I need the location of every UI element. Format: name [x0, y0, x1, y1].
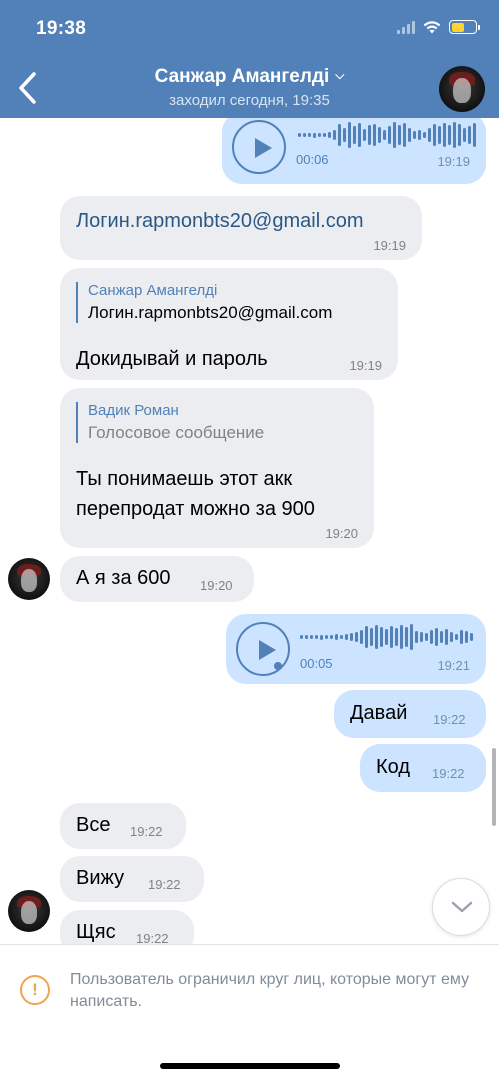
message-bubble: Санжар Амангелді Логин.rapmonbts20@gmail… [60, 268, 398, 380]
chevron-down-icon [451, 901, 473, 913]
message-text-line2: перепродат можно за 900 [76, 498, 315, 520]
message-text: Все [76, 814, 111, 836]
restriction-footer: ! Пользователь ограничил круг лиц, котор… [0, 944, 499, 1080]
message-time: 19:22 [148, 877, 181, 892]
message-text: Код [376, 756, 411, 778]
contact-name: Санжар Амангелді [154, 66, 330, 87]
message-bubble: Код 19:22 [360, 744, 486, 792]
exclamation-circle-icon: ! [20, 975, 50, 1005]
playback-position-dot [274, 662, 282, 670]
chat-header: 19:38 Санжар Амангелді ⌵ заходил сегодня,… [0, 0, 499, 118]
avatar[interactable] [8, 558, 50, 600]
reply-quote[interactable]: Санжар Амангелді Логин.rapmonbts20@gmail… [76, 282, 376, 323]
voice-duration: 00:06 [296, 152, 329, 167]
message-time: 19:22 [136, 931, 169, 944]
message-bubble: Давай 19:22 [334, 690, 486, 738]
message-bubble: Щяс 19:22 [60, 910, 194, 944]
battery-charging-icon [449, 20, 480, 34]
message-time: 19:19 [437, 154, 470, 169]
status-time: 19:38 [36, 18, 87, 39]
play-icon[interactable] [236, 622, 290, 676]
reply-text: Голосовое сообщение [88, 423, 265, 442]
chat-title[interactable]: Санжар Амангелді ⌵ [0, 66, 499, 88]
message-time: 19:20 [200, 578, 233, 593]
message-text: А я за 600 [76, 567, 171, 589]
reply-quote[interactable]: Вадик Роман Голосовое сообщение [76, 402, 356, 443]
message-text: Давай [350, 702, 408, 724]
voice-message: 00:06 19:19 [222, 118, 486, 184]
message-bubble: Логин.rapmonbts20@gmail.com 19:19 [60, 196, 422, 260]
play-icon[interactable] [232, 120, 286, 174]
scroll-down-button[interactable] [432, 878, 490, 936]
voice-duration: 00:05 [300, 656, 333, 671]
reply-text: Логин.rapmonbts20@gmail.com [88, 303, 333, 322]
message-time: 19:19 [349, 358, 382, 373]
wifi-icon [423, 20, 441, 33]
last-seen: заходил сегодня, 19:35 [169, 92, 330, 109]
signal-icon [397, 20, 415, 34]
message-time: 19:19 [373, 238, 406, 253]
chevron-down-icon: ⌵ [335, 68, 345, 82]
message-text: Щяс [76, 921, 116, 943]
home-indicator[interactable] [160, 1063, 340, 1069]
message-text-line1: Ты понимаешь этот акк [76, 468, 293, 490]
message-time: 19:21 [437, 658, 470, 673]
message-text[interactable]: Логин.rapmonbts20@gmail.com [76, 210, 364, 233]
reply-author: Санжар Амангелді [88, 282, 218, 299]
message-text: Вижу [76, 867, 125, 889]
voice-message: 00:05 19:21 [226, 614, 486, 684]
message-text: Докидывай и пароль [76, 348, 268, 370]
message-bubble: Все 19:22 [60, 803, 186, 849]
message-time: 19:22 [432, 766, 465, 781]
message-bubble: Вижу 19:22 [60, 856, 204, 902]
restriction-notice: Пользователь ограничил круг лиц, которые… [70, 971, 470, 1010]
waveform [298, 120, 476, 150]
message-time: 19:20 [325, 526, 358, 541]
message-time: 19:22 [130, 824, 163, 839]
waveform [300, 622, 473, 652]
scrollbar[interactable] [492, 748, 496, 826]
message-list[interactable]: 00:06 19:19 Логин.rapmonbts20@gmail.com … [0, 118, 499, 944]
reply-author: Вадик Роман [88, 402, 179, 419]
message-time: 19:22 [433, 712, 466, 727]
message-bubble: Вадик Роман Голосовое сообщение Ты поним… [60, 388, 374, 548]
status-icons [397, 20, 480, 34]
avatar[interactable] [439, 66, 485, 112]
message-bubble: А я за 600 19:20 [60, 556, 254, 602]
avatar[interactable] [8, 890, 50, 932]
